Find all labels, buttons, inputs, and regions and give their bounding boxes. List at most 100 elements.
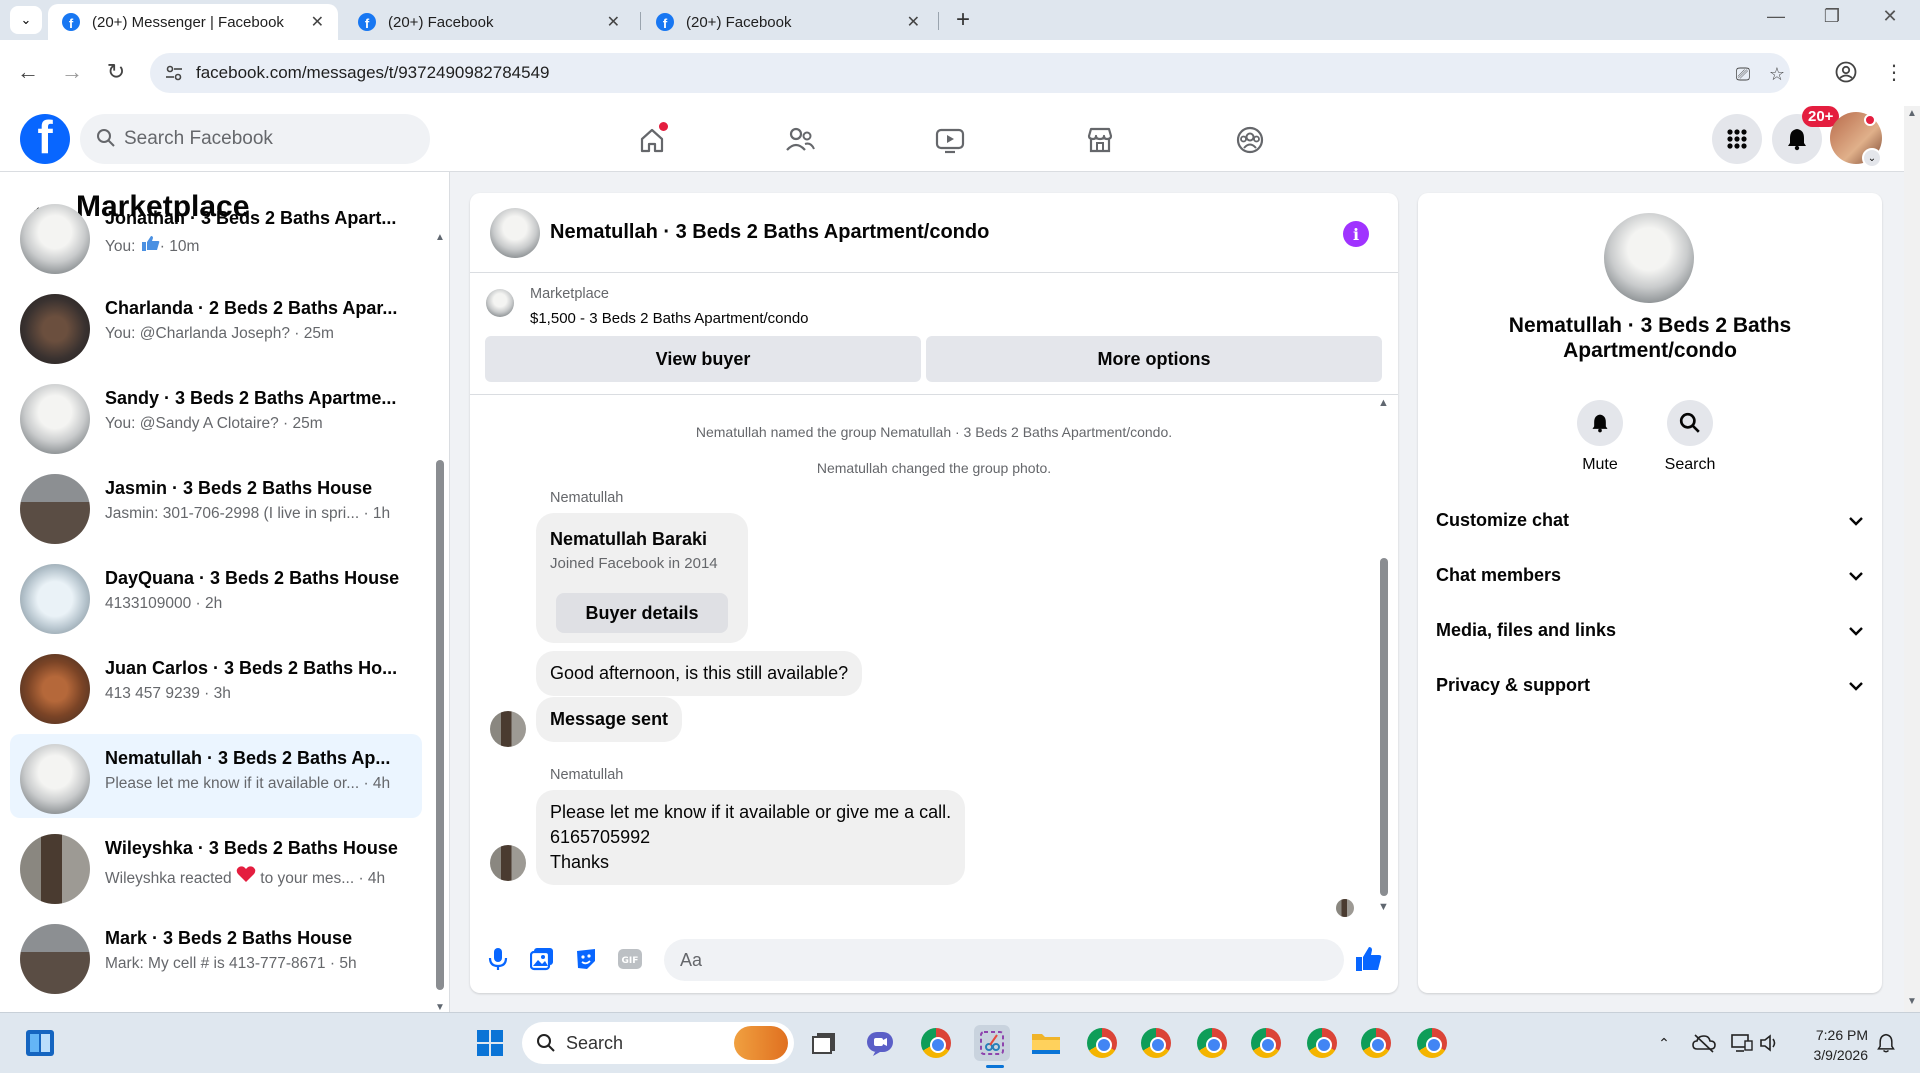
scroll-down-arrow-icon[interactable]: ▼ [1378, 901, 1389, 913]
message-line: Please let me know if it available or gi… [550, 802, 952, 822]
message-bubble[interactable]: Please let me know if it available or gi… [536, 790, 966, 885]
mute-button[interactable]: Mute [1560, 400, 1640, 474]
conversation-item[interactable]: Wileyshka · 3 Beds 2 Baths House Wileysh… [10, 824, 422, 908]
message-bubble[interactable]: Good afternoon, is this still available? [536, 651, 863, 696]
scroll-up-arrow-icon[interactable]: ▲ [435, 232, 445, 243]
chrome-profile-icon[interactable] [1304, 1025, 1340, 1061]
chevron-down-icon[interactable]: ⌄ [1862, 148, 1882, 168]
chat-info-avatar[interactable] [1604, 213, 1694, 303]
sender-avatar[interactable] [490, 711, 526, 747]
conversation-item[interactable]: Charlanda · 2 Beds 2 Baths Apar... You: … [10, 284, 422, 368]
svg-text:GIF: GIF [622, 956, 639, 966]
window-restore-button[interactable]: ❐ [1812, 6, 1852, 27]
site-settings-icon[interactable] [164, 63, 184, 83]
chrome-profile-icon[interactable] [1084, 1025, 1120, 1061]
conversation-sidebar: ← Marketplace Jonathan · 3 Beds 2 Baths … [0, 172, 450, 1012]
chat-scrollbar-thumb[interactable] [1380, 558, 1388, 896]
tab-search-dropdown-icon[interactable]: ⌄ [10, 6, 42, 34]
conversation-item-selected[interactable]: Nematullah · 3 Beds 2 Baths Ap... Please… [10, 734, 422, 818]
tab-close-icon[interactable]: ✕ [311, 12, 324, 32]
file-explorer-icon[interactable] [1028, 1025, 1064, 1061]
privacy-support-section[interactable]: Privacy & support [1436, 665, 1864, 705]
sender-avatar[interactable] [490, 845, 526, 881]
conversation-item[interactable]: DayQuana · 3 Beds 2 Baths House 41331090… [10, 554, 422, 638]
gif-icon[interactable]: GIF [616, 945, 644, 973]
account-notification-dot [1864, 114, 1876, 126]
onedrive-offline-icon[interactable] [1686, 1025, 1722, 1061]
video-icon[interactable] [928, 118, 972, 162]
facebook-search-input[interactable]: Search Facebook [80, 114, 430, 164]
conversation-item[interactable]: Juan Carlos · 3 Beds 2 Baths Ho... 413 4… [10, 644, 422, 728]
widgets-icon[interactable] [22, 1025, 58, 1061]
chrome-profile-icon[interactable] [1358, 1025, 1394, 1061]
chat-title[interactable]: Nematullah · 3 Beds 2 Baths Apartment/co… [550, 221, 989, 244]
search-in-chat-button[interactable]: Search [1650, 400, 1730, 474]
buyer-details-button[interactable]: Buyer details [556, 593, 728, 633]
chat-members-section[interactable]: Chat members [1436, 555, 1864, 595]
chrome-profile-icon[interactable] [1414, 1025, 1450, 1061]
customize-chat-section[interactable]: Customize chat [1436, 500, 1864, 540]
browser-tab-messenger[interactable]: f (20+) Messenger | Facebook ✕ [48, 4, 338, 40]
message-input[interactable]: Aa [664, 939, 1344, 981]
chrome-icon[interactable] [918, 1025, 954, 1061]
menu-grid-button[interactable] [1712, 114, 1762, 164]
sticker-icon[interactable] [572, 945, 600, 973]
conversation-item[interactable]: Mark · 3 Beds 2 Baths House Mark: My cel… [10, 914, 422, 998]
browser-menu-icon[interactable]: ⋮ [1880, 58, 1908, 86]
chrome-profile-icon[interactable] [1138, 1025, 1174, 1061]
taskbar-search-input[interactable]: Search [522, 1022, 794, 1064]
start-menu-icon[interactable] [472, 1025, 508, 1061]
conversation-item[interactable]: Jonathan · 3 Beds 2 Baths Apart... You: … [10, 194, 422, 278]
window-close-button[interactable]: ✕ [1870, 6, 1910, 27]
listing-thumbnail[interactable] [486, 289, 514, 317]
friends-icon[interactable] [778, 118, 822, 162]
home-icon[interactable] [630, 118, 674, 162]
conversation-item[interactable]: Jasmin · 3 Beds 2 Baths House Jasmin: 30… [10, 464, 422, 548]
notification-bell-icon[interactable] [1868, 1025, 1904, 1061]
browser-tab-facebook-1[interactable]: f (20+) Facebook ✕ [344, 4, 634, 40]
facebook-logo-icon[interactable]: f [20, 114, 70, 164]
photo-icon[interactable] [528, 945, 556, 973]
back-button[interactable]: ← [10, 54, 46, 90]
chat-avatar[interactable] [490, 208, 540, 258]
media-files-links-section[interactable]: Media, files and links [1436, 610, 1864, 650]
snipping-tool-icon[interactable] [974, 1025, 1010, 1061]
conversation-name: Jasmin · 3 Beds 2 Baths House [105, 478, 373, 498]
scroll-up-arrow-icon[interactable]: ▲ [1907, 108, 1917, 119]
forward-button[interactable]: → [54, 54, 90, 90]
scroll-down-arrow-icon[interactable]: ▼ [435, 1002, 445, 1012]
system-tray-chevron-icon[interactable]: ⌃ [1646, 1025, 1682, 1061]
listing-price[interactable]: $1,500 - 3 Beds 2 Baths Apartment/condo [530, 310, 809, 327]
task-view-icon[interactable] [806, 1025, 842, 1061]
bookmark-star-icon[interactable]: ☆ [1766, 63, 1788, 85]
sidebar-scrollbar-thumb[interactable] [436, 460, 444, 990]
install-app-icon[interactable]: ⎚ [1732, 63, 1754, 85]
conversation-preview: Mark: My cell # is 413-777-8671 · 5h [105, 955, 357, 973]
scroll-up-arrow-icon[interactable]: ▲ [1378, 397, 1389, 409]
system-clock[interactable]: 7:26 PM 3/9/2026 [1788, 1025, 1869, 1065]
marketplace-icon[interactable] [1078, 118, 1122, 162]
view-buyer-button[interactable]: View buyer [485, 336, 921, 382]
teams-meet-icon[interactable] [862, 1025, 898, 1061]
conversation-item[interactable]: Sandy · 3 Beds 2 Baths Apartme... You: @… [10, 374, 422, 458]
tab-close-icon[interactable]: ✕ [607, 12, 620, 32]
browser-tab-facebook-2[interactable]: f (20+) Facebook ✕ [642, 4, 934, 40]
info-icon[interactable]: i [1343, 221, 1369, 247]
tab-close-icon[interactable]: ✕ [907, 12, 920, 32]
groups-icon[interactable] [1228, 118, 1272, 162]
more-options-button[interactable]: More options [926, 336, 1382, 382]
conversation-thumbnail [20, 744, 90, 814]
message-bubble[interactable]: Message sent [536, 697, 683, 742]
window-minimize-button[interactable]: — [1756, 6, 1796, 27]
like-thumbs-up-icon[interactable] [1354, 945, 1382, 973]
profile-icon[interactable] [1832, 58, 1860, 86]
new-tab-button[interactable]: + [948, 6, 978, 34]
microphone-icon[interactable] [484, 945, 512, 973]
reload-button[interactable]: ↻ [98, 54, 134, 90]
page-scrollbar[interactable]: ▲ ▼ [1904, 106, 1920, 1012]
scroll-down-arrow-icon[interactable]: ▼ [1907, 996, 1917, 1007]
chrome-profile-icon[interactable] [1194, 1025, 1230, 1061]
volume-icon[interactable] [1752, 1025, 1788, 1061]
chrome-profile-icon[interactable] [1248, 1025, 1284, 1061]
address-bar[interactable]: facebook.com/messages/t/9372490982784549… [150, 53, 1790, 93]
